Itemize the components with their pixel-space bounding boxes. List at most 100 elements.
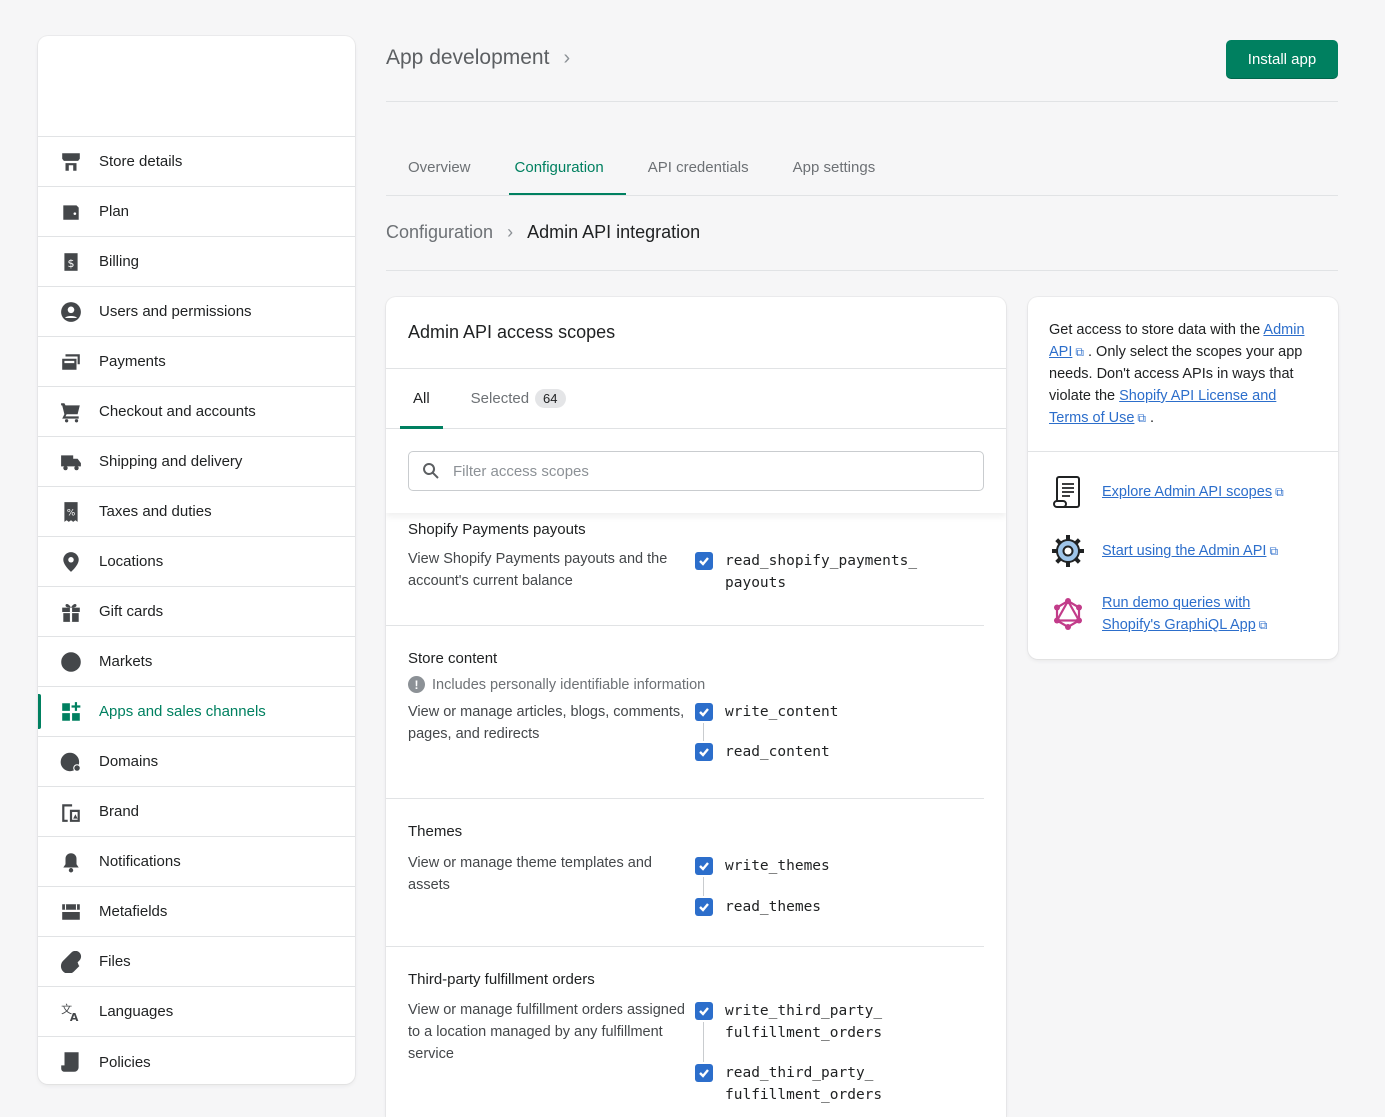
- scope-description: View or manage theme templates and asset…: [408, 855, 652, 893]
- sidebar-item-gift-cards[interactable]: Gift cards: [38, 587, 355, 637]
- svg-text:%: %: [67, 508, 75, 518]
- scope-section-payouts: Shopify Payments payouts View Shopify Pa…: [386, 513, 984, 626]
- domain-globe-icon: [60, 751, 82, 773]
- api-info-card: Get access to store data with the Admin …: [1028, 297, 1338, 659]
- scope-body: View Shopify Payments payouts and the ac…: [408, 548, 962, 594]
- permission-connector: [703, 877, 704, 896]
- explore-scopes-link[interactable]: Explore Admin API scopes: [1102, 484, 1272, 500]
- permission-item: write_third_party_ fulfillment_orders: [695, 1000, 882, 1044]
- permission-name: write_themes: [725, 858, 830, 874]
- sidebar-item-label: Files: [99, 953, 131, 970]
- sidebar-item-label: Languages: [99, 1003, 174, 1020]
- sidebar-item-label: Users and permissions: [99, 303, 252, 320]
- sidebar-item-billing[interactable]: $ Billing: [38, 237, 355, 287]
- page-title: App development ›: [386, 46, 570, 70]
- sidebar-item-payments[interactable]: Payments: [38, 337, 355, 387]
- resource-start: Start using the Admin API ⧉: [1049, 532, 1278, 570]
- permission-checkbox[interactable]: [695, 743, 713, 761]
- scope-description: View or manage fulfillment orders assign…: [408, 1002, 685, 1062]
- tab-configuration[interactable]: Configuration: [493, 140, 626, 196]
- tab-overview[interactable]: Overview: [386, 140, 493, 195]
- permission-name: write_content: [725, 704, 839, 720]
- search-field: [408, 451, 984, 491]
- scope-section-fulfillment: Third-party fulfillment orders View or m…: [386, 947, 984, 1117]
- sidebar-item-label: Policies: [99, 1053, 151, 1071]
- sidebar-item-locations[interactable]: Locations: [38, 537, 355, 587]
- tab-selected[interactable]: Selected 64: [458, 369, 579, 428]
- permission-name-line: payouts: [725, 575, 787, 591]
- checkmark-icon: [699, 1007, 709, 1016]
- permission-checkbox[interactable]: [695, 552, 713, 570]
- permission-list: read_shopify_payments_ payouts: [695, 548, 917, 594]
- translate-icon: 文A: [60, 1001, 82, 1023]
- sidebar-item-label: Plan: [99, 203, 130, 220]
- checkmark-icon: [699, 708, 709, 717]
- sidebar-item-domains[interactable]: Domains: [38, 737, 355, 787]
- sidebar-item-shipping[interactable]: Shipping and delivery: [38, 437, 355, 487]
- permission-item: write_content: [695, 701, 839, 723]
- search-input[interactable]: [453, 462, 983, 480]
- search-icon: [423, 462, 439, 479]
- pii-notice-text: Includes personally identifiable informa…: [432, 676, 706, 693]
- sidebar-item-label: Store details: [99, 153, 183, 170]
- breadcrumb-configuration[interactable]: Configuration: [386, 222, 493, 243]
- permission-name: read_shopify_payments_ payouts: [725, 550, 917, 594]
- sidebar-item-label: Billing: [99, 253, 140, 270]
- cart-icon: [60, 401, 82, 423]
- page-title-text[interactable]: App development: [386, 46, 549, 70]
- sidebar-item-notifications[interactable]: Notifications: [38, 837, 355, 887]
- info-icon: !: [408, 676, 425, 693]
- paperclip-icon: [60, 950, 82, 973]
- permission-checkbox[interactable]: [695, 898, 713, 916]
- app-tabs: Overview Configuration API credentials A…: [386, 140, 898, 196]
- sidebar-item-policies[interactable]: Policies: [38, 1037, 355, 1084]
- external-link-icon: ⧉: [1275, 485, 1284, 499]
- sidebar-item-label: Locations: [99, 553, 164, 570]
- scope-list: Shopify Payments payouts View Shopify Pa…: [386, 513, 984, 1117]
- sidebar-item-users[interactable]: Users and permissions: [38, 287, 355, 337]
- install-app-button[interactable]: Install app: [1226, 40, 1338, 79]
- sidebar-item-apps[interactable]: Apps and sales channels: [38, 687, 355, 737]
- payments-icon: [60, 351, 82, 373]
- scope-description: View Shopify Payments payouts and the ac…: [408, 551, 668, 589]
- permission-checkbox[interactable]: [695, 1002, 713, 1020]
- permission-connector: [703, 723, 704, 741]
- breadcrumb-divider: [386, 270, 1338, 271]
- tab-api-credentials[interactable]: API credentials: [626, 140, 771, 195]
- sidebar-item-label: Markets: [99, 653, 153, 670]
- sidebar-item-plan[interactable]: Plan: [38, 187, 355, 237]
- permission-name: read_content: [725, 744, 830, 760]
- sidebar-item-files[interactable]: Files: [38, 937, 355, 987]
- tab-app-settings[interactable]: App settings: [771, 140, 898, 195]
- info-text: Get access to store data with the: [1049, 322, 1261, 338]
- sidebar-item-label: Notifications: [99, 853, 181, 870]
- sidebar-item-label: Payments: [99, 353, 166, 370]
- tab-selected-label: Selected: [470, 390, 530, 407]
- sidebar-item-brand[interactable]: Brand: [38, 787, 355, 837]
- globe-icon: [60, 651, 82, 673]
- scope-body: View or manage fulfillment orders assign…: [408, 999, 962, 1106]
- sidebar-item-markets[interactable]: Markets: [38, 637, 355, 687]
- demo-link-line: Run demo queries with: [1102, 595, 1251, 611]
- tab-all[interactable]: All: [400, 369, 443, 429]
- billing-icon: $: [60, 251, 82, 273]
- sidebar-item-store-details[interactable]: Store details: [38, 137, 355, 187]
- permission-list: write_third_party_ fulfillment_orders rea…: [695, 1000, 882, 1106]
- sidebar-item-label: Gift cards: [99, 603, 164, 620]
- scope-description: View or manage articles, blogs, comments…: [408, 704, 685, 742]
- permission-checkbox[interactable]: [695, 703, 713, 721]
- start-admin-api-link[interactable]: Start using the Admin API: [1102, 543, 1266, 559]
- sidebar-item-taxes[interactable]: % Taxes and duties: [38, 487, 355, 537]
- sidebar-item-metafields[interactable]: Metafields: [38, 887, 355, 937]
- sidebar-item-languages[interactable]: 文A Languages: [38, 987, 355, 1037]
- demo-queries-link[interactable]: Run demo queries with Shopify's GraphiQL …: [1102, 595, 1256, 633]
- svg-text:A: A: [70, 1010, 79, 1022]
- permission-checkbox[interactable]: [695, 1064, 713, 1082]
- permission-checkbox[interactable]: [695, 857, 713, 875]
- sidebar-item-checkout[interactable]: Checkout and accounts: [38, 387, 355, 437]
- breadcrumb-current: Admin API integration: [527, 222, 701, 242]
- info-text: .: [1150, 410, 1155, 426]
- checkmark-icon: [699, 557, 709, 566]
- header-divider: [386, 101, 1338, 102]
- truck-icon: [60, 451, 82, 473]
